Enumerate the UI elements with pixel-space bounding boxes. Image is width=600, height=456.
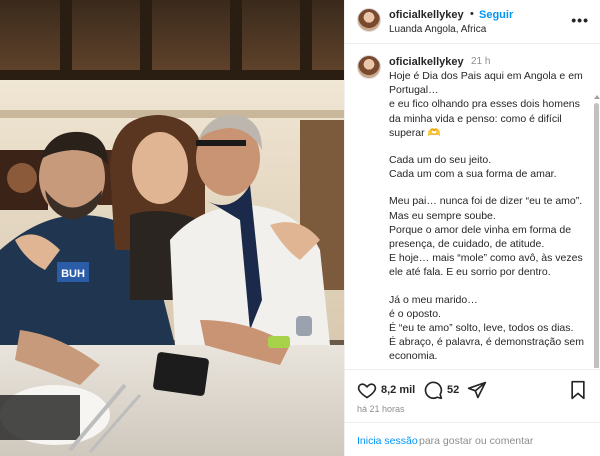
caption-line: E hoje… mais “mole” como avô, às vezes e…: [389, 252, 583, 279]
jersey-text: BUH: [61, 268, 85, 280]
avatar[interactable]: [357, 8, 381, 32]
caption-area[interactable]: oficialkellykey 21 h Hoje é Dia dos Pais…: [345, 45, 600, 368]
caption-line: Meu pai… nunca foi de dizer “eu te amo”.: [389, 195, 583, 208]
caption-avatar[interactable]: [357, 55, 381, 79]
post-location[interactable]: Luanda Angola, Africa: [389, 24, 486, 35]
caption-line: Mas eu sempre soube.: [389, 209, 496, 222]
comment-icon[interactable]: [423, 380, 443, 400]
more-options-icon[interactable]: •••: [571, 12, 589, 28]
heart-icon[interactable]: [357, 380, 377, 400]
post-photo[interactable]: BUH: [0, 0, 344, 456]
bookmark-icon[interactable]: [569, 380, 587, 400]
caption-line: Hoje é Dia dos Pais aqui em Angola e em …: [389, 70, 583, 97]
post-detail-panel: oficialkellykey • Seguir Luanda Angola, …: [344, 0, 600, 456]
caption-text: Hoje é Dia dos Pais aqui em Angola e em …: [389, 69, 589, 364]
share-icon[interactable]: [467, 380, 487, 400]
login-prompt-text: para gostar ou comentar: [419, 435, 534, 447]
login-link[interactable]: Inicia sessão: [357, 435, 418, 447]
caption-line: Cada um com a sua forma de amar.: [389, 168, 557, 181]
caption-line: Já o meu marido…: [389, 293, 478, 306]
comments-count[interactable]: 52: [447, 384, 459, 396]
likes-count[interactable]: 8,2 mil: [381, 384, 415, 396]
caption-line: É abraço, é palavra, é demonstração sem …: [389, 336, 584, 363]
caption-line: é o oposto.: [389, 307, 441, 320]
post-username[interactable]: oficialkellykey: [389, 9, 464, 21]
scroll-thumb[interactable]: [594, 103, 599, 368]
caption-username[interactable]: oficialkellykey: [389, 56, 464, 68]
photo-illustration: BUH: [0, 0, 344, 456]
caption-line: Porque o amor dele vinha em forma de pre…: [389, 223, 572, 251]
caption-scrollbar[interactable]: [594, 95, 600, 368]
caption-line: Cada um do seu jeito.: [389, 154, 492, 167]
caption-line: É “eu te amo” solto, leve, todos os dias…: [389, 322, 574, 335]
caption-time: 21 h: [471, 56, 491, 67]
post-header: oficialkellykey • Seguir Luanda Angola, …: [345, 0, 600, 44]
login-prompt: Inicia sessão para gostar ou comentar: [345, 422, 600, 456]
follow-button[interactable]: Seguir: [479, 9, 513, 21]
post-time-ago: há 21 horas: [357, 404, 405, 414]
action-bar: 8,2 mil 52: [345, 369, 600, 409]
separator-dot: •: [470, 8, 474, 20]
scroll-up-icon[interactable]: [594, 95, 600, 99]
caption-line: e eu fico olhando pra esses dois homens …: [389, 98, 580, 139]
